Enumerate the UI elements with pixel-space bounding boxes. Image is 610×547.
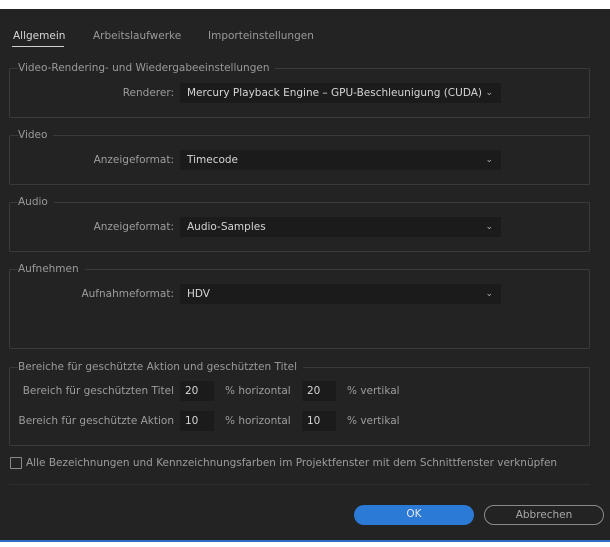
action-safe-label: Bereich für geschützte Aktion [18, 415, 175, 427]
action-safe-horizontal-input[interactable]: 10 [180, 411, 214, 431]
chevron-down-icon: ⌄ [485, 155, 493, 165]
capture-legend: Aufnehmen [18, 263, 85, 275]
video-display-format-label: Anzeigeformat: [93, 154, 174, 166]
action-safe-horizontal-unit: % horizontal [225, 415, 291, 427]
audio-display-format-select[interactable]: Audio-Samples ⌄ [180, 217, 501, 237]
title-safe-vertical-input[interactable]: 20 [302, 381, 336, 401]
capture-format-label: Aufnahmeformat: [81, 288, 174, 300]
capture-format-value: HDV [187, 288, 210, 300]
chevron-down-icon: ⌄ [485, 289, 493, 299]
title-safe-horizontal-input[interactable]: 20 [180, 381, 214, 401]
title-safe-label: Bereich für geschützten Titel [22, 385, 174, 397]
link-labels-checkbox-label[interactable]: Alle Bezeichnungen und Kennzeichnungsfar… [26, 457, 557, 469]
tab-allgemein[interactable]: Allgemein [13, 30, 65, 42]
video-legend: Video [18, 129, 54, 141]
safe-areas-group [9, 367, 590, 446]
capture-format-select[interactable]: HDV ⌄ [180, 284, 501, 304]
rendering-legend: Video-Rendering- und Wiedergabeeinstellu… [18, 62, 276, 74]
active-tab-indicator [12, 46, 64, 47]
title-safe-horizontal-unit: % horizontal [225, 385, 291, 397]
audio-legend: Audio [18, 196, 54, 208]
tab-arbeitslaufwerke[interactable]: Arbeitslaufwerke [93, 30, 181, 42]
audio-display-format-value: Audio-Samples [187, 221, 266, 233]
renderer-label: Renderer: [122, 87, 174, 99]
tab-importeinstellungen[interactable]: Importeinstellungen [208, 30, 314, 42]
renderer-value: Mercury Playback Engine – GPU-Beschleuni… [187, 87, 483, 99]
chevron-down-icon: ⌄ [485, 222, 493, 232]
action-safe-vertical-unit: % vertikal [347, 415, 400, 427]
ok-button[interactable]: OK [354, 505, 474, 525]
cancel-button[interactable]: Abbrechen [484, 505, 604, 525]
renderer-select[interactable]: Mercury Playback Engine – GPU-Beschleuni… [180, 83, 501, 103]
link-labels-checkbox[interactable] [10, 457, 22, 469]
video-display-format-select[interactable]: Timecode ⌄ [180, 150, 501, 170]
chevron-down-icon: ⌄ [485, 88, 493, 98]
title-safe-vertical-unit: % vertikal [347, 385, 400, 397]
window-bottom-edge [0, 542, 610, 547]
safe-areas-legend: Bereiche für geschützte Aktion und gesch… [18, 361, 303, 373]
divider [9, 484, 590, 485]
video-display-format-value: Timecode [187, 154, 239, 166]
window-top-edge [0, 0, 610, 9]
action-safe-vertical-input[interactable]: 10 [302, 411, 336, 431]
capture-group [9, 269, 590, 349]
audio-display-format-label: Anzeigeformat: [93, 221, 174, 233]
